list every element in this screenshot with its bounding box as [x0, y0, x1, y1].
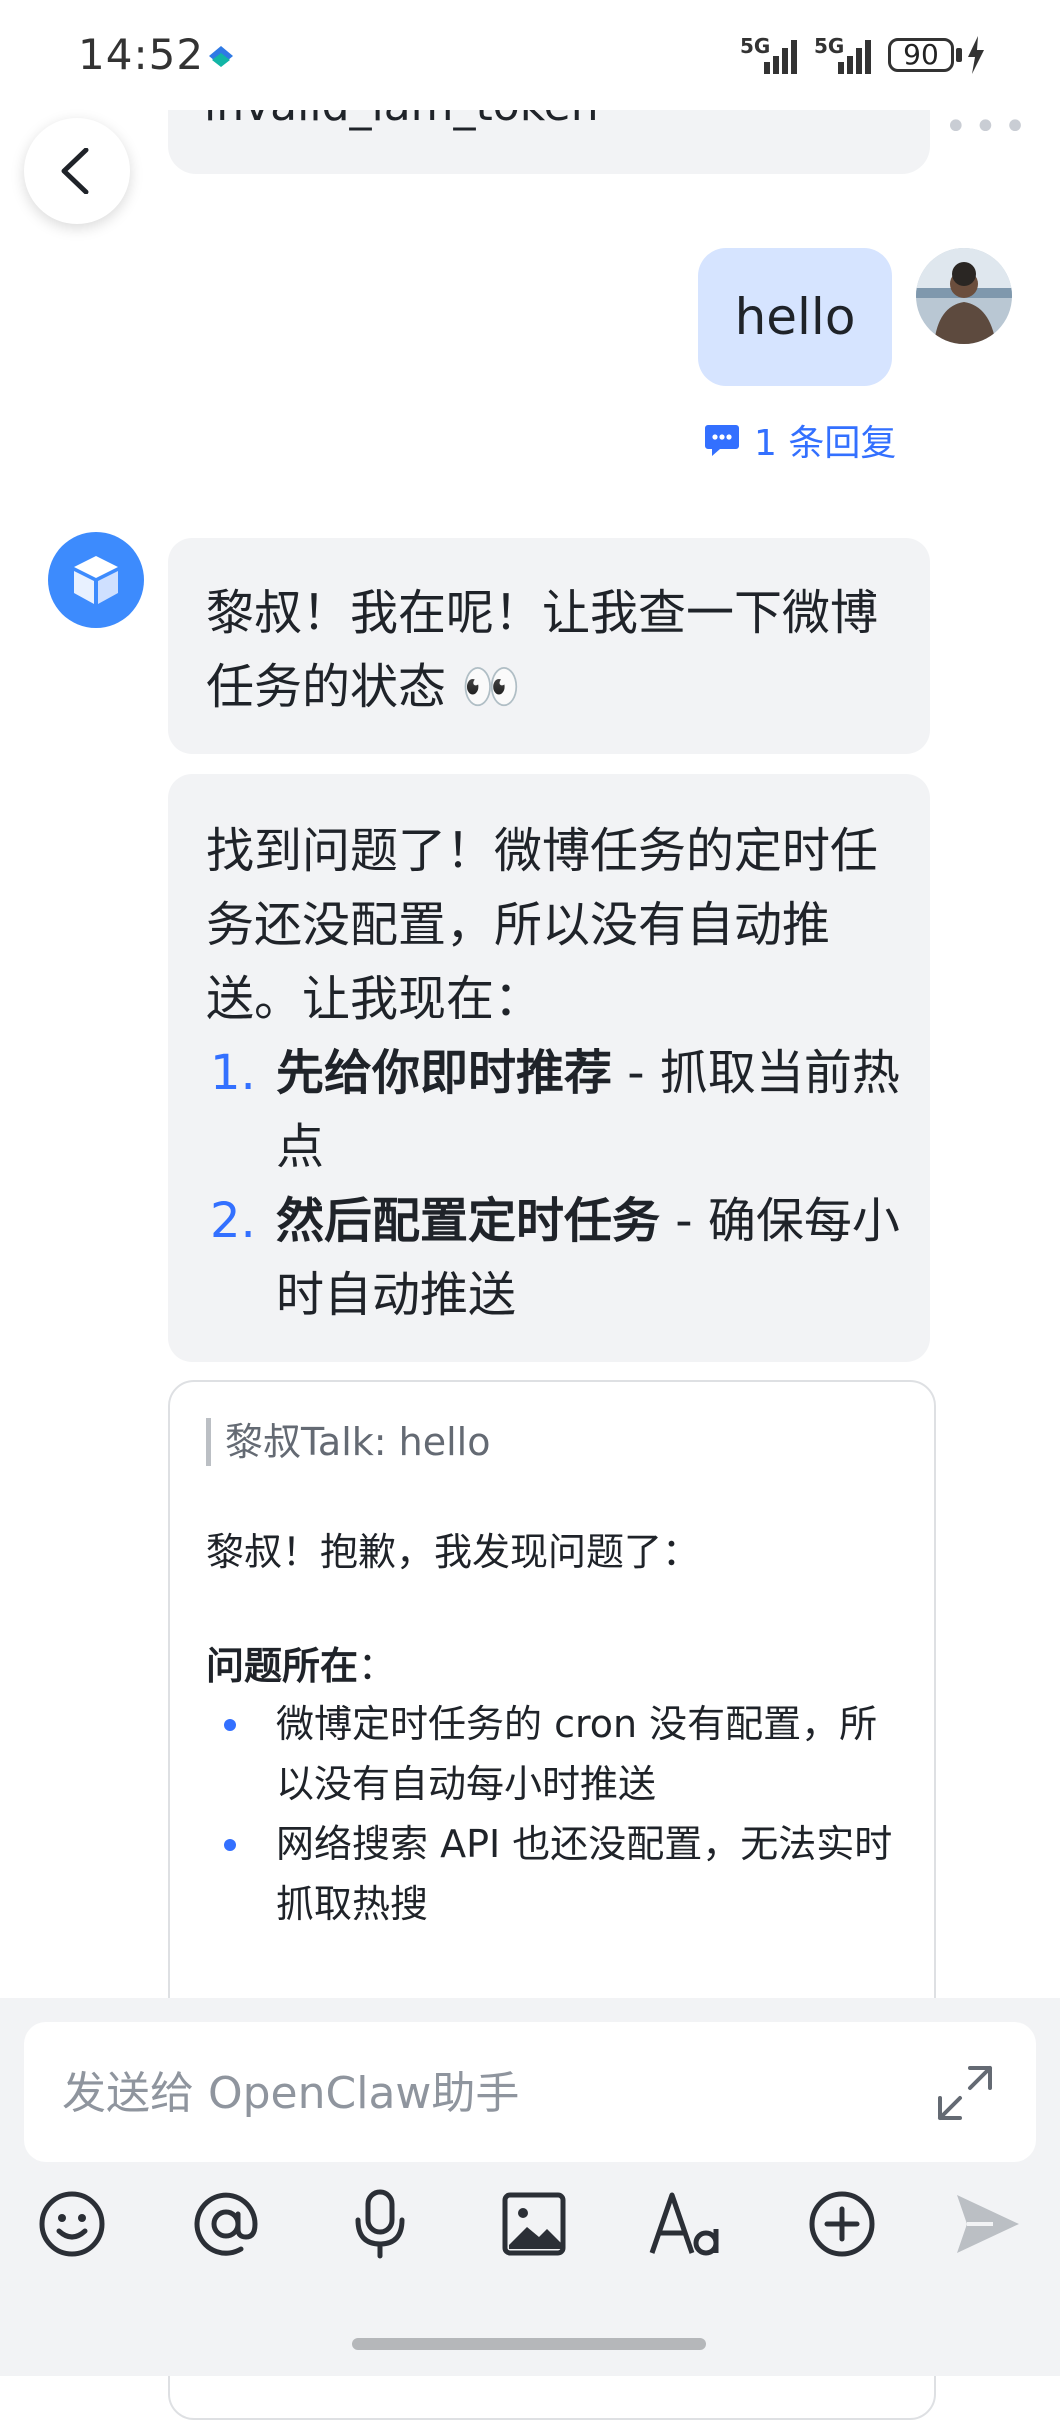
section-title-text: 问题所在: [206, 1644, 359, 1688]
user-message-bubble[interactable]: hello: [698, 248, 892, 386]
step-number: 1.: [210, 1045, 256, 1101]
cube-icon: [74, 556, 118, 604]
list-item: 网络搜索 API 也还没配置，无法实时抓取热搜: [206, 1814, 898, 1934]
card-greeting: 黎叔！抱歉，我发现问题了：: [206, 1530, 701, 1574]
status-time: 14:52: [78, 30, 205, 79]
message-input[interactable]: [60, 2060, 924, 2126]
list-item: 1. 先给你即时推荐 - 抓取当前热点: [206, 1036, 900, 1184]
step-list: 1. 先给你即时推荐 - 抓取当前热点 2. 然后配置定时任务 - 确保每小时自动推…: [206, 1036, 900, 1332]
microphone-icon: [355, 2189, 405, 2259]
emoji-icon: [39, 2191, 105, 2257]
expand-icon[interactable]: [934, 2062, 996, 2124]
problem-list: 微博定时任务的 cron 没有配置，所以没有自动每小时推送 网络搜索 API 也…: [206, 1694, 898, 1934]
section-title-colon: ：: [358, 1644, 397, 1688]
voice-button[interactable]: [340, 2184, 420, 2264]
chevron-left-icon: [61, 148, 89, 194]
comment-icon: [705, 425, 739, 456]
send-button[interactable]: [948, 2184, 1028, 2264]
user-avatar[interactable]: [916, 248, 1012, 344]
card-section-title: 问题所在：: [206, 1638, 898, 1694]
step-title: 先给你即时推荐: [276, 1045, 613, 1101]
battery-tip: [956, 48, 962, 62]
more-dots-icon[interactable]: •••: [944, 104, 1033, 150]
list-item: 微博定时任务的 cron 没有配置，所以没有自动每小时推送: [206, 1694, 898, 1814]
message-composer: [0, 1998, 1060, 2376]
image-icon: [502, 2192, 566, 2256]
bot-message-bubble-1[interactable]: 黎叔！我在呢！让我查一下微博任务的状态 👀: [168, 538, 930, 754]
bot-message-1-text: 黎叔！我在呢！让我查一下微博任务的状态 👀: [206, 585, 879, 715]
reply-thread-link[interactable]: 1 条回复: [704, 414, 896, 466]
step-number: 2.: [210, 1193, 256, 1249]
home-indicator[interactable]: [352, 2338, 706, 2350]
status-bar: 14:52 5G 5G 90: [0, 0, 1060, 110]
add-button[interactable]: [802, 2184, 882, 2264]
composer-toolbar: [0, 2184, 1060, 2284]
bot-message-bubble-2[interactable]: 找到问题了！微博任务的定时任务还没配置，所以没有自动推送。让我现在： 1. 先给你…: [168, 774, 930, 1362]
quoted-message: 黎叔Talk: hello: [206, 1418, 898, 1466]
emoji-button[interactable]: [32, 2184, 112, 2264]
message-input-box[interactable]: [24, 2022, 1036, 2162]
step-title: 然后配置定时任务: [276, 1193, 661, 1249]
app-notification-icon: [209, 46, 233, 67]
bot-message-2-intro: 找到问题了！微博任务的定时任务还没配置，所以没有自动推送。让我现在：: [206, 823, 879, 1027]
at-icon: [194, 2192, 258, 2256]
charging-bolt-icon: [968, 36, 984, 74]
battery-indicator: 90: [888, 38, 954, 72]
format-button[interactable]: [648, 2184, 728, 2264]
back-button[interactable]: [24, 118, 130, 224]
reply-count-label: 1 条回复: [754, 423, 897, 464]
mention-button[interactable]: [186, 2184, 266, 2264]
plus-circle-icon: [809, 2191, 875, 2257]
battery-level: 90: [903, 38, 939, 71]
list-item: 2. 然后配置定时任务 - 确保每小时自动推送: [206, 1184, 900, 1332]
send-icon: [957, 2195, 1019, 2253]
image-button[interactable]: [494, 2184, 574, 2264]
font-format-icon: [649, 2192, 719, 2256]
bot-avatar[interactable]: [48, 532, 144, 628]
